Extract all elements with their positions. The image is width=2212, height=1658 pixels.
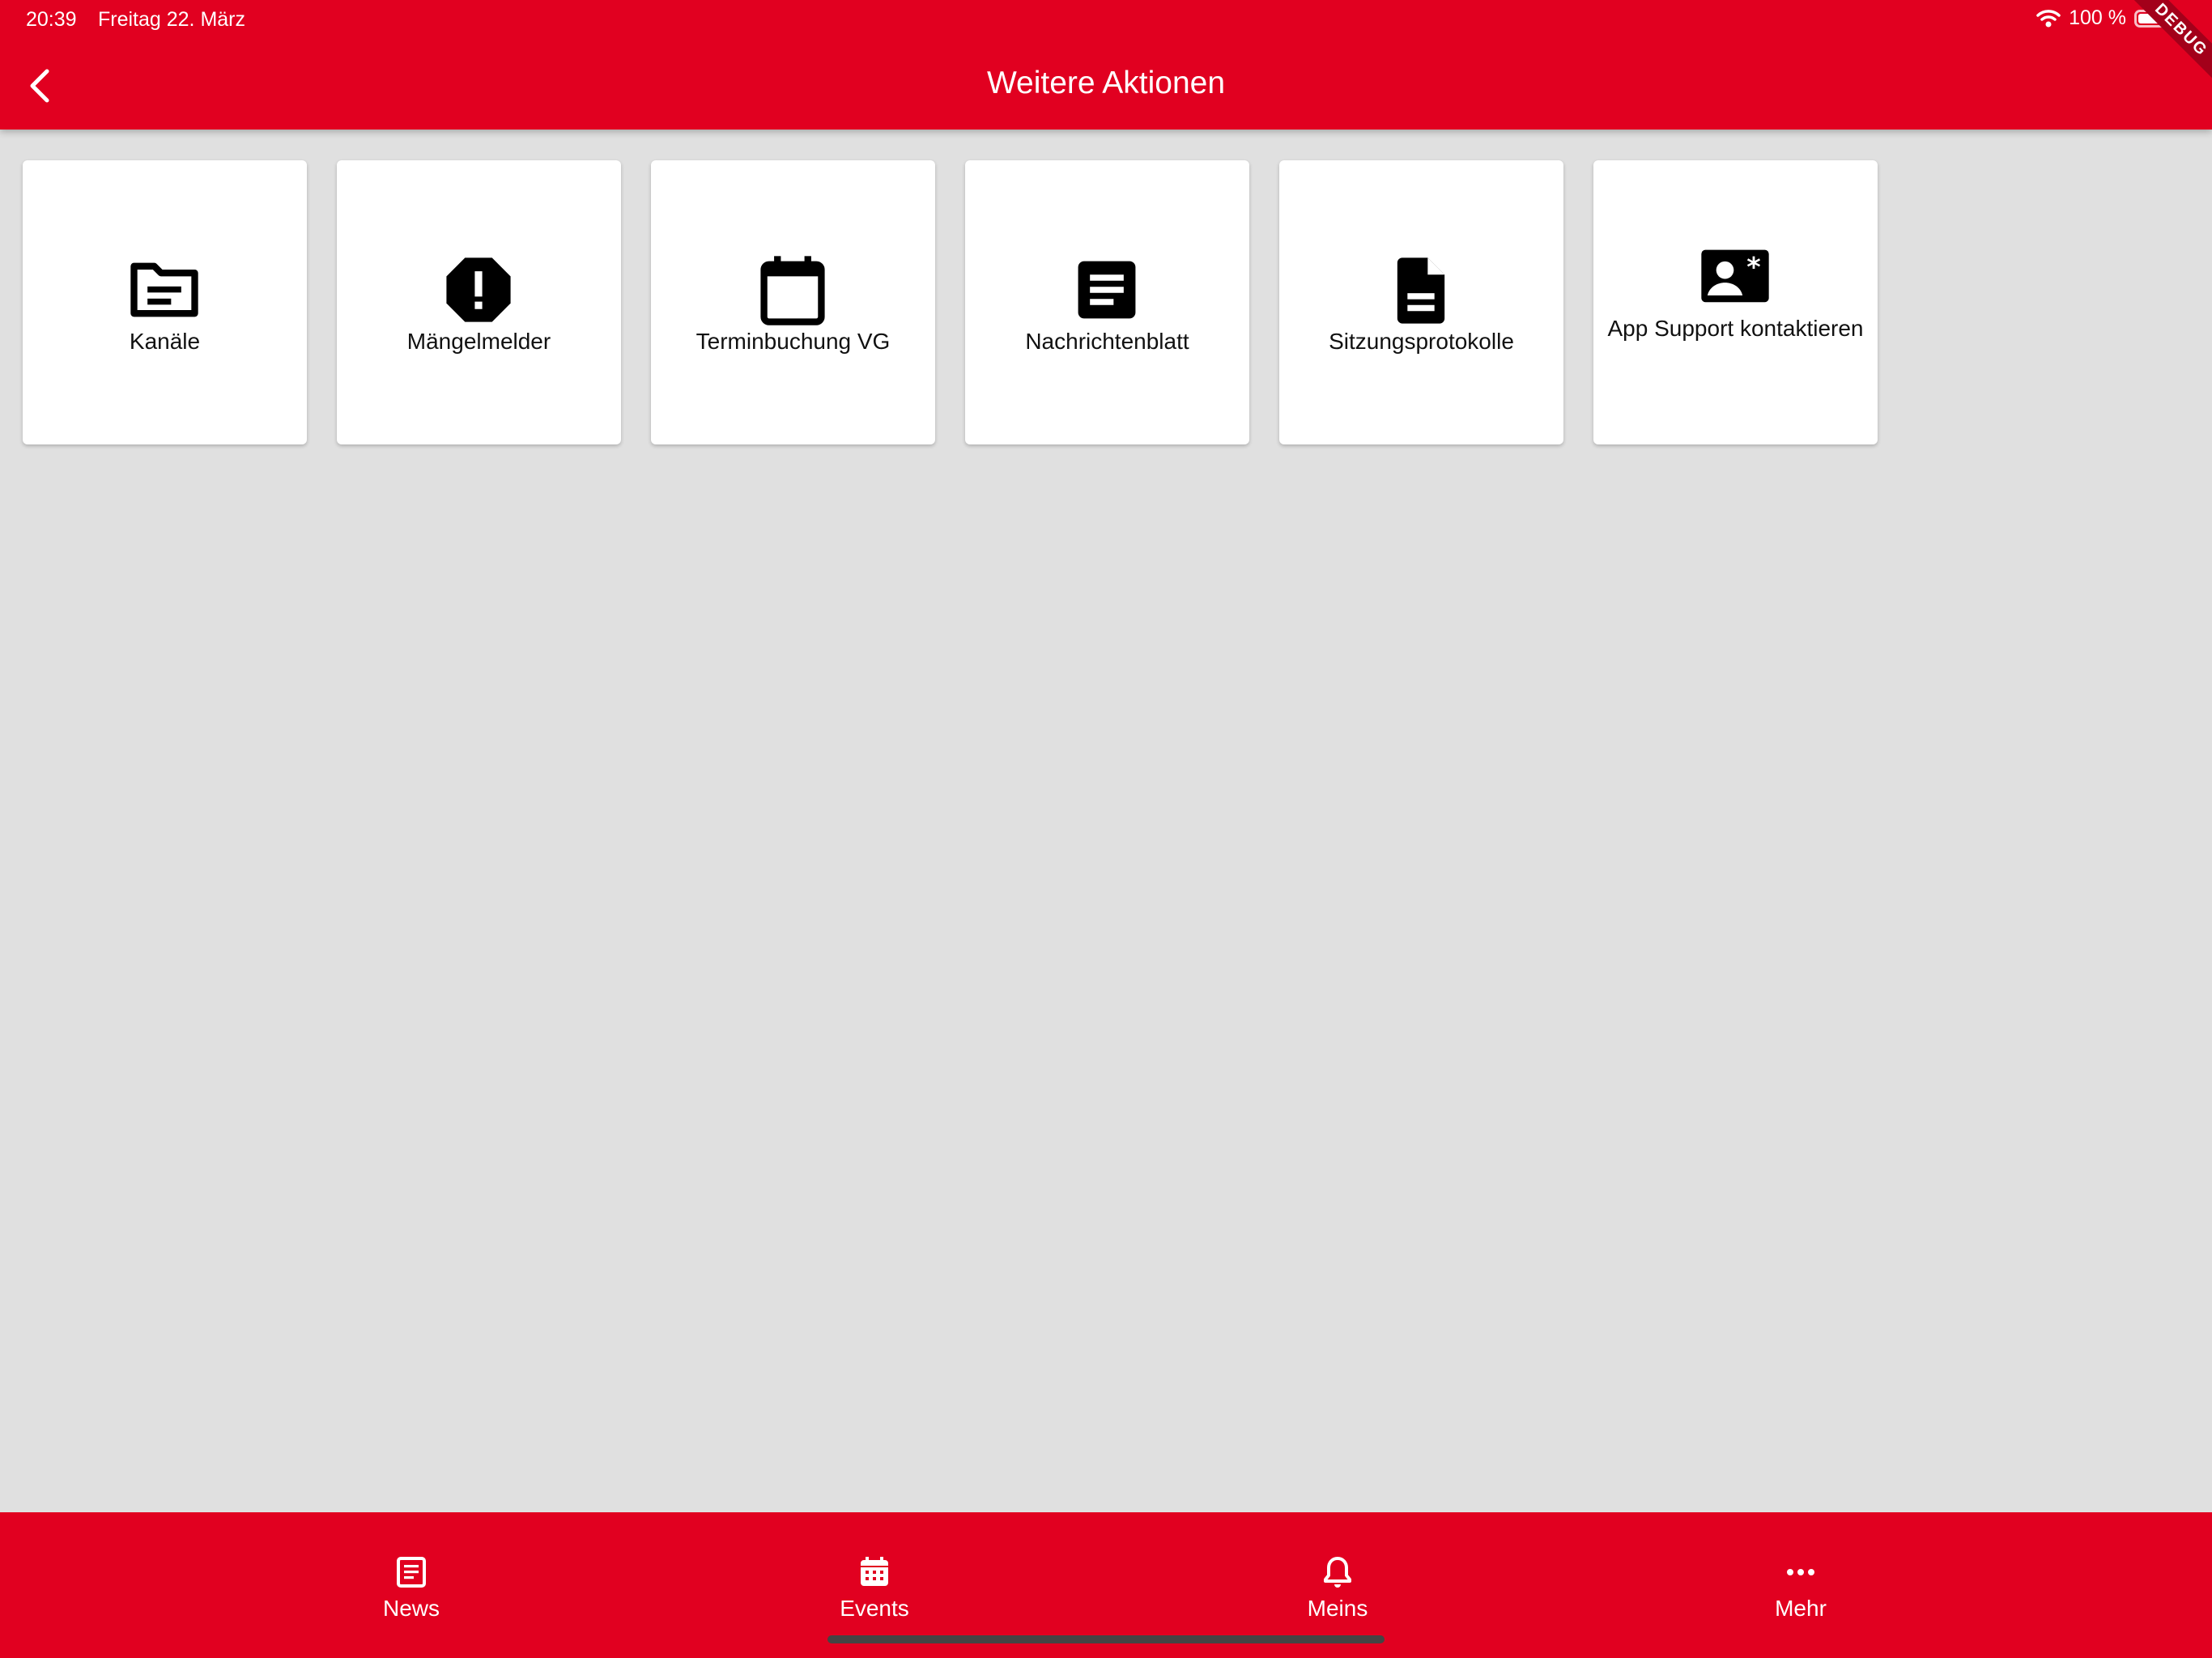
article-icon — [1066, 249, 1147, 330]
calendar-icon — [752, 249, 833, 330]
nav-label: Mehr — [1775, 1596, 1827, 1621]
tile-label: Mängelmelder — [406, 329, 551, 354]
nav-item-events[interactable]: Events — [753, 1553, 996, 1634]
tile-label: Kanäle — [129, 329, 201, 354]
nav-item-meins[interactable]: Meins — [1216, 1553, 1459, 1634]
calendar-grid-icon — [861, 1557, 888, 1586]
status-date: Freitag 22. März — [98, 8, 246, 31]
tile-label: App Support kontaktieren — [1607, 316, 1864, 341]
tile-kanaele[interactable]: Kanäle — [23, 160, 307, 444]
alert-octagon-icon — [438, 249, 519, 330]
svg-text:*: * — [1746, 251, 1760, 283]
nav-label: Meins — [1307, 1596, 1368, 1621]
tile-label: Terminbuchung VG — [696, 329, 891, 354]
home-indicator — [827, 1635, 1385, 1643]
battery-percentage: 100 % — [2069, 6, 2126, 29]
contact-card-icon: * — [1695, 236, 1776, 317]
status-time: 20:39 — [26, 8, 77, 31]
tile-terminbuchung[interactable]: Terminbuchung VG — [651, 160, 935, 444]
tile-label: Nachrichtenblatt — [1025, 329, 1189, 354]
wifi-icon — [2036, 9, 2061, 27]
tile-maengelmelder[interactable]: Mängelmelder — [337, 160, 621, 444]
document-icon — [1380, 249, 1461, 330]
nav-item-news[interactable]: News — [290, 1553, 533, 1634]
nav-label: News — [382, 1596, 440, 1621]
nav-label: Events — [840, 1596, 909, 1621]
newspaper-icon — [397, 1557, 426, 1588]
tile-app-support[interactable]: * App Support kontaktieren — [1593, 160, 1878, 444]
nav-item-mehr[interactable]: Mehr — [1679, 1553, 1922, 1634]
folder-document-icon — [124, 249, 205, 330]
tile-sitzungsprotokolle[interactable]: Sitzungsprotokolle — [1279, 160, 1563, 444]
page-title: Weitere Aktionen — [986, 66, 1226, 100]
app-bar: 20:39 Freitag 22. März 100 % DEBUG Weite… — [0, 0, 2212, 130]
tile-label: Sitzungsprotokolle — [1329, 329, 1514, 354]
tile-nachrichtenblatt[interactable]: Nachrichtenblatt — [965, 160, 1249, 444]
more-dots-icon — [1787, 1569, 1814, 1575]
bell-icon — [1324, 1557, 1351, 1588]
